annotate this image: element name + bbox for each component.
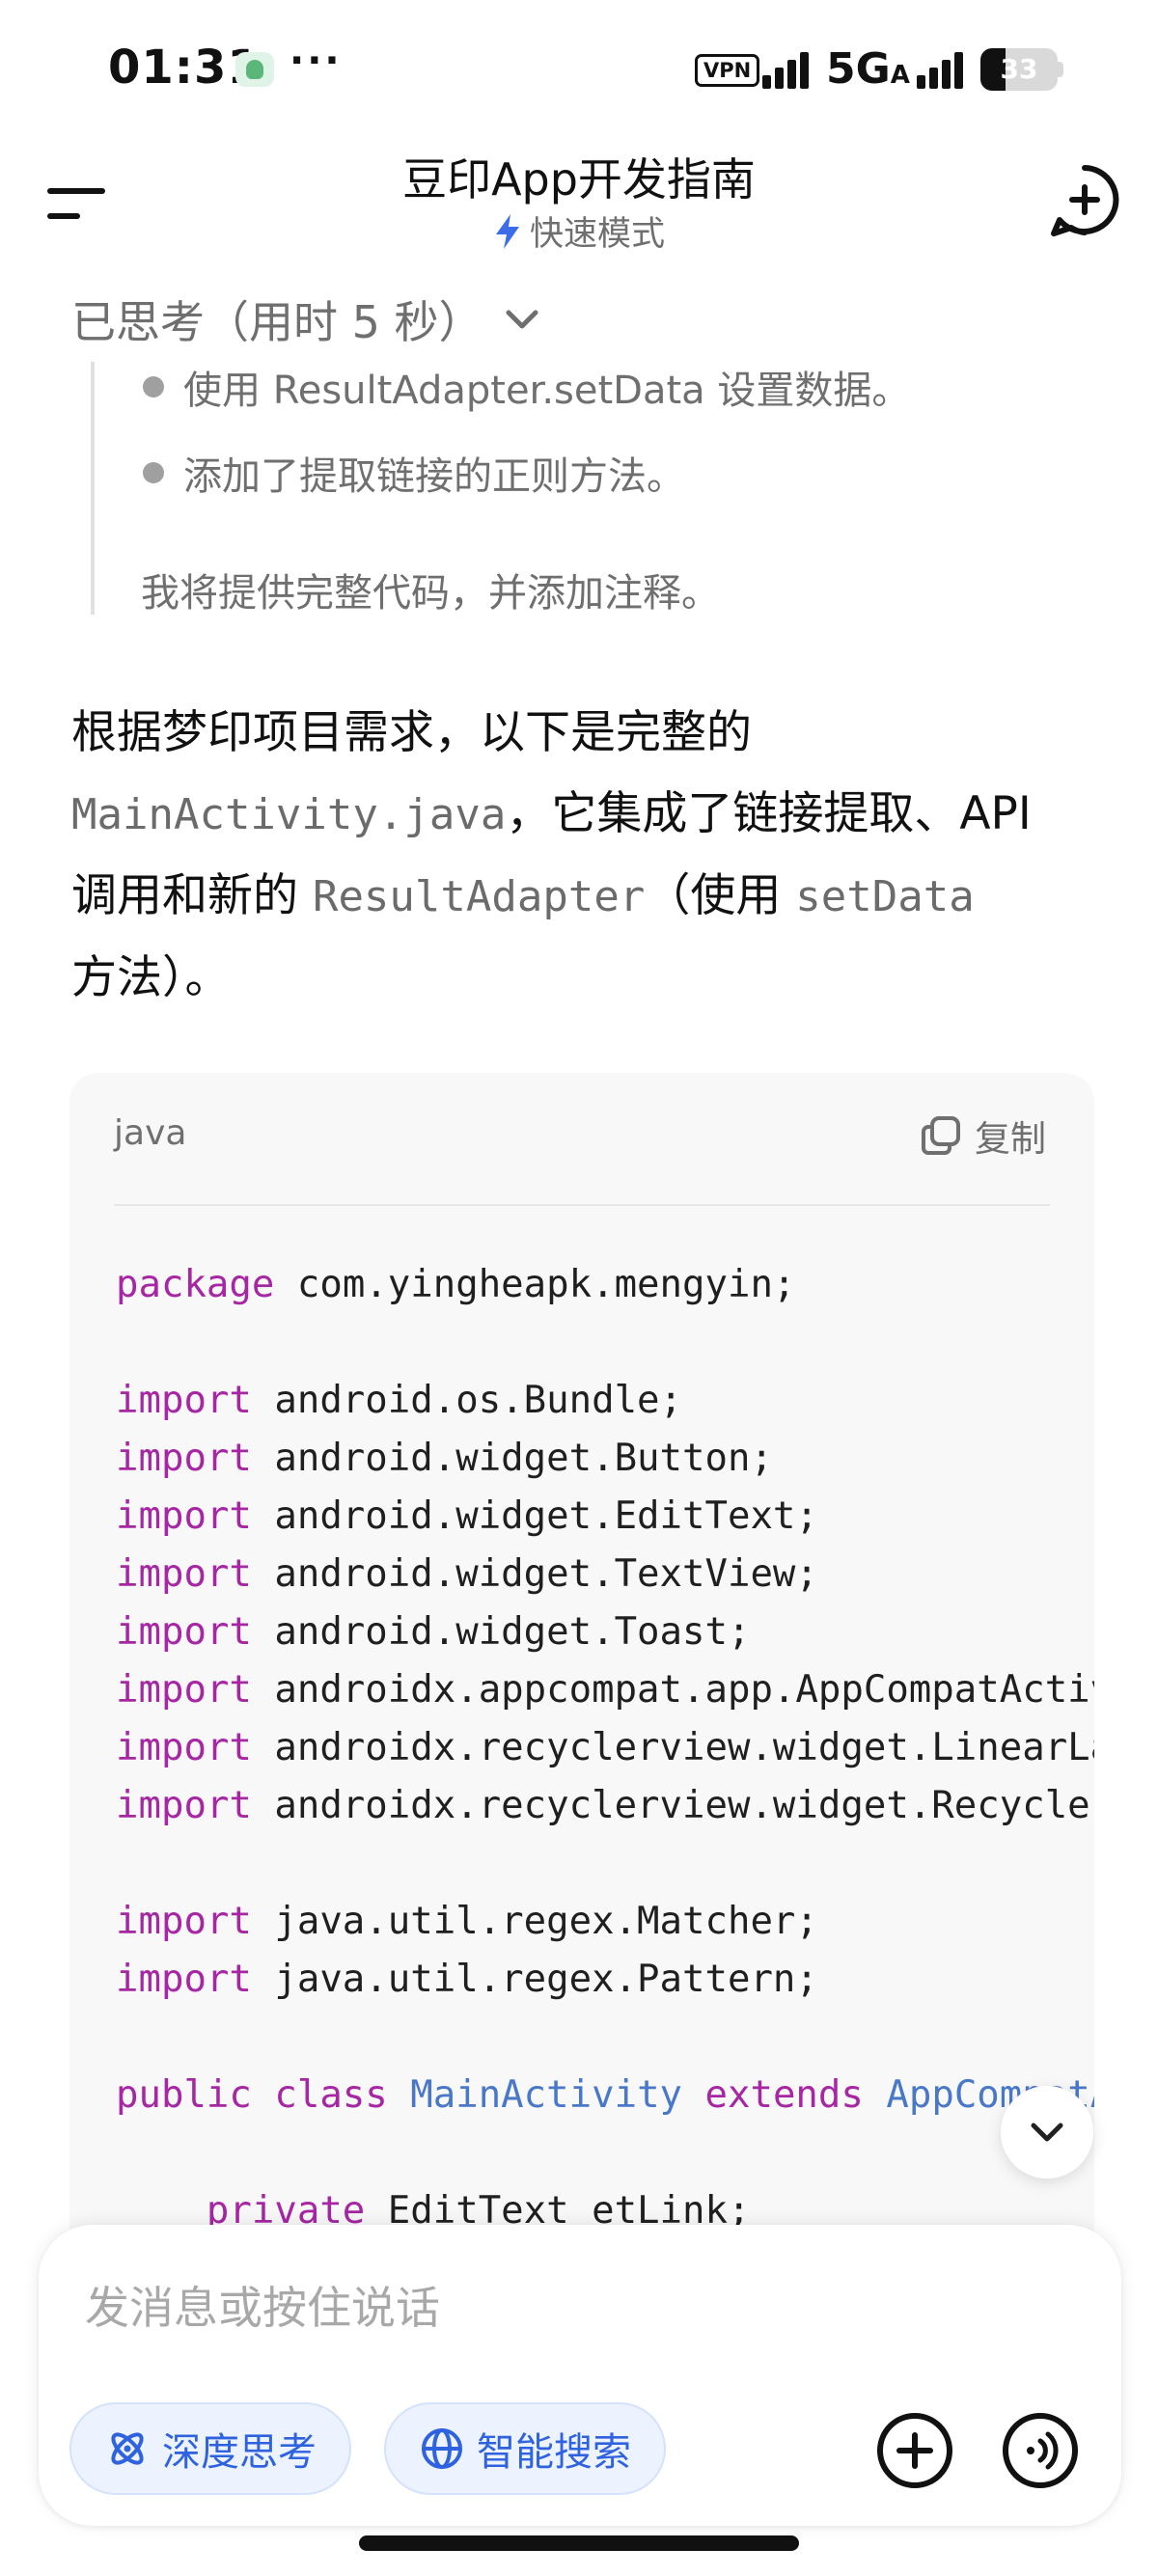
more-notifications-icon: ··· [290, 39, 343, 83]
code-line: import android.widget.TextView; [116, 1552, 818, 1596]
smart-search-label: 智能搜索 [477, 2430, 631, 2475]
bullet-dot [143, 462, 164, 483]
deep-think-button[interactable]: 深度思考 [69, 2402, 351, 2495]
status-bar: 01:31 ··· VPN 5GA 33 [0, 0, 1158, 135]
signal-icon [762, 50, 816, 89]
battery-percent: 33 [1000, 53, 1038, 85]
scroll-down-icon [1031, 2123, 1063, 2142]
code-line: import androidx.recyclerview.widget.Recy… [116, 1784, 1094, 1827]
code-line: import androidx.recyclerview.widget.Line… [116, 1726, 1094, 1769]
thinking-label: 已思考（用时 5 秒） [71, 296, 483, 348]
chat-title[interactable]: 豆印App开发指南 [290, 145, 868, 208]
code-line: package com.yingheapk.mengyin; [116, 1263, 796, 1306]
new-chat-icon[interactable] [1044, 160, 1125, 241]
thinking-quote-bar [91, 362, 95, 615]
thinking-summary: 我将提供完整代码，并添加注释。 [141, 571, 720, 616]
code-line: import android.widget.Toast; [116, 1610, 751, 1654]
mode-selector[interactable]: 快速模式 [290, 206, 868, 256]
smart-search-button[interactable]: 智能搜索 [384, 2402, 666, 2495]
chevron-down-icon [506, 310, 538, 329]
code-line: import java.util.regex.Pattern; [116, 1958, 818, 2001]
voice-call-button[interactable] [1000, 2410, 1081, 2491]
mode-label: 快速模式 [529, 215, 665, 254]
thinking-toggle[interactable]: 已思考（用时 5 秒） [71, 288, 541, 351]
deep-think-label: 深度思考 [162, 2430, 317, 2475]
inline-code: ResultAdapter [312, 872, 646, 921]
add-attachment-button[interactable] [874, 2410, 955, 2491]
code-line: import android.os.Bundle; [116, 1379, 683, 1422]
answer-paragraph: 根据梦印项目需求，以下是完整的 MainActivity.java，它集成了链接… [71, 706, 1032, 1004]
inline-code: setData [795, 872, 975, 921]
code-line: import android.widget.Button; [116, 1437, 773, 1480]
lightning-icon [495, 213, 519, 249]
network-type: 5GA [826, 44, 910, 94]
chat-header: 豆印App开发指南 快速模式 [0, 135, 1158, 270]
app-notification-icon [235, 52, 274, 87]
code-line: import android.widget.EditText; [116, 1494, 818, 1538]
signal-icon-2 [917, 50, 971, 89]
thinking-bullet: 添加了提取链接的正则方法。 [183, 454, 685, 499]
globe-icon [422, 2428, 462, 2469]
bullet-dot [143, 376, 164, 397]
code-line: public class MainActivity extends AppCom… [116, 2073, 1094, 2117]
battery-icon: 33 [980, 48, 1058, 91]
thinking-bullet: 使用 ResultAdapter.setData 设置数据。 [183, 369, 911, 413]
scroll-down-button[interactable] [1001, 2086, 1093, 2179]
menu-icon[interactable] [42, 168, 112, 237]
inline-code: MainActivity.java [71, 790, 507, 839]
chat-screen: 01:31 ··· VPN 5GA 33 豆印App开发指南 快速模式 已思考（… [0, 0, 1158, 2576]
code-line: import java.util.regex.Matcher; [116, 1900, 818, 1943]
message-composer: 深度思考 智能搜索 [39, 2225, 1121, 2526]
atom-icon [111, 2432, 144, 2465]
home-indicator[interactable] [359, 2535, 799, 2551]
code-line: import androidx.appcompat.app.AppCompatA… [116, 1668, 1094, 1712]
message-input[interactable] [85, 2267, 1069, 2348]
vpn-badge: VPN [695, 54, 760, 87]
